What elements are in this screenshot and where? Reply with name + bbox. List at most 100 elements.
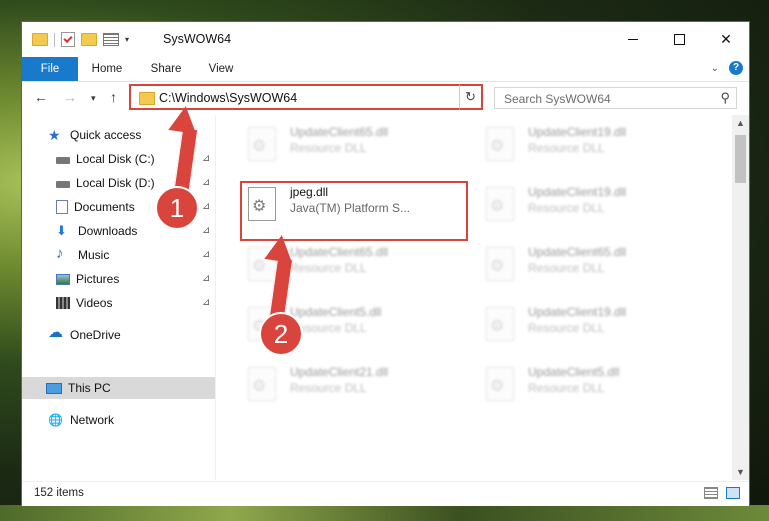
view-options-icon[interactable]	[103, 33, 119, 46]
sidebar-item-network[interactable]: Network	[22, 409, 215, 431]
item-count: 152 items	[34, 487, 84, 499]
sidebar-item-onedrive[interactable]: OneDrive	[22, 322, 215, 346]
sidebar-item-label: Music	[78, 248, 110, 262]
tab-view[interactable]: View	[200, 57, 242, 81]
videos-icon	[56, 297, 70, 309]
dll-file-icon	[486, 307, 514, 341]
status-bar: 152 items	[22, 481, 749, 506]
maximize-icon	[673, 34, 685, 45]
file-name: UpdateClient19.dll	[528, 185, 627, 199]
file-name: UpdateClient65.dll	[528, 245, 627, 259]
help-icon[interactable]: ?	[729, 61, 743, 75]
forward-button[interactable]: →	[63, 89, 77, 105]
recent-locations-button[interactable]: ▾	[91, 93, 96, 104]
disk-icon	[56, 156, 70, 164]
dll-file-icon	[486, 187, 514, 221]
title-bar: ▾ SysWOW64 ✕	[22, 22, 749, 57]
network-icon	[48, 409, 64, 431]
expand-ribbon-chevron-icon[interactable]: ⌄	[711, 63, 719, 74]
properties-icon[interactable]	[61, 32, 75, 47]
file-item[interactable]: UpdateClient19.dll Resource DLL	[480, 121, 700, 165]
file-type: Resource DLL	[528, 201, 605, 215]
file-name: UpdateClient19.dll	[528, 125, 627, 139]
search-input[interactable]: Search SysWOW64 ⚲	[494, 87, 737, 109]
step-badge-2: 2	[259, 312, 303, 356]
minimize-button[interactable]	[610, 22, 656, 57]
arrowhead-icon	[264, 233, 296, 263]
scroll-down-icon[interactable]: ▼	[736, 467, 745, 477]
cloud-icon	[48, 322, 64, 344]
file-name: UpdateClient5.dll	[290, 305, 382, 319]
pin-icon[interactable]: ⊿	[202, 220, 210, 242]
file-item[interactable]: UpdateClient19.dll Resource DLL	[480, 301, 700, 345]
music-icon	[56, 243, 72, 265]
maximize-button[interactable]	[656, 22, 702, 57]
sidebar-item-label: Documents	[74, 200, 135, 214]
file-type: Resource DLL	[528, 141, 605, 155]
pin-icon[interactable]: ⊿	[202, 292, 210, 314]
sidebar-item-pictures[interactable]: Pictures ⊿	[22, 268, 215, 290]
scrollbar-thumb[interactable]	[735, 135, 746, 183]
folder-icon	[139, 92, 155, 105]
star-icon	[48, 124, 64, 146]
window-title: SysWOW64	[163, 32, 232, 46]
close-button[interactable]: ✕	[703, 22, 749, 57]
file-type: Resource DLL	[528, 261, 605, 275]
file-name: UpdateClient65.dll	[290, 125, 389, 139]
sidebar-item-music[interactable]: Music ⊿	[22, 243, 215, 266]
details-view-icon[interactable]	[704, 487, 718, 499]
file-item[interactable]: UpdateClient5.dll Resource DLL	[480, 361, 700, 405]
pictures-icon	[56, 273, 70, 285]
file-type: Resource DLL	[290, 381, 367, 395]
file-item[interactable]: UpdateClient21.dll Resource DLL	[242, 361, 462, 405]
tab-share[interactable]: Share	[143, 57, 189, 81]
pin-icon[interactable]: ⊿	[202, 268, 210, 290]
refresh-button[interactable]: ↻	[459, 84, 483, 110]
sidebar-item-label: This PC	[68, 381, 111, 395]
sidebar-item-label: Quick access	[70, 128, 142, 142]
search-icon[interactable]: ⚲	[720, 90, 730, 106]
file-type: Resource DLL	[290, 261, 367, 275]
address-path[interactable]: C:\Windows\SysWOW64	[159, 91, 297, 105]
sidebar-item-this-pc[interactable]: This PC	[22, 377, 215, 399]
ribbon-controls: ⌄ ?	[711, 61, 743, 75]
tab-file[interactable]: File	[22, 57, 78, 81]
file-explorer-window: ▾ SysWOW64 ✕ File Home Share View ⌄ ? ← …	[22, 22, 749, 506]
quick-access-toolbar: ▾	[32, 32, 129, 47]
desktop-background	[0, 505, 769, 521]
step-badge-1: 1	[155, 186, 199, 230]
pin-icon[interactable]: ⊿	[202, 196, 210, 218]
file-item[interactable]: UpdateClient65.dll Resource DLL	[242, 121, 462, 165]
pin-icon[interactable]: ⊿	[202, 148, 210, 170]
back-button[interactable]: ←	[34, 89, 48, 105]
navigation-bar: ← → ▾ ↑ C:\Windows\SysWOW64 ⌄ ↻ Search S…	[22, 82, 749, 114]
folder-icon	[32, 33, 48, 46]
pin-icon[interactable]: ⊿	[202, 172, 210, 194]
ribbon-tabs: File Home Share View ⌄ ?	[22, 57, 749, 82]
dll-file-icon	[486, 127, 514, 161]
sidebar-item-label: Downloads	[78, 224, 138, 238]
file-item[interactable]: UpdateClient65.dll Resource DLL	[480, 241, 700, 285]
large-icons-view-icon[interactable]	[726, 487, 740, 499]
tab-home[interactable]: Home	[84, 57, 130, 81]
sidebar-item-label: Videos	[76, 296, 113, 310]
sidebar-item-videos[interactable]: Videos ⊿	[22, 292, 215, 314]
vertical-scrollbar[interactable]: ▲ ▼	[732, 115, 749, 480]
scroll-up-icon[interactable]: ▲	[736, 118, 745, 128]
file-type: Resource DLL	[528, 321, 605, 335]
pin-icon[interactable]: ⊿	[202, 244, 210, 266]
file-name: UpdateClient65.dll	[290, 245, 389, 259]
documents-icon	[56, 200, 68, 214]
file-item[interactable]: UpdateClient19.dll Resource DLL	[480, 181, 700, 225]
toolbar-divider	[54, 32, 55, 47]
dll-file-icon	[486, 247, 514, 281]
file-type: Resource DLL	[290, 141, 367, 155]
new-folder-icon[interactable]	[81, 33, 97, 46]
customize-toolbar-caret-icon[interactable]: ▾	[125, 35, 129, 44]
up-button[interactable]: ↑	[110, 89, 117, 105]
disk-icon	[56, 180, 70, 188]
sidebar-item-label: OneDrive	[70, 328, 121, 342]
dll-file-icon	[486, 367, 514, 401]
sidebar-item-label: Local Disk (D:)	[76, 176, 155, 190]
search-placeholder: Search SysWOW64	[504, 92, 611, 106]
